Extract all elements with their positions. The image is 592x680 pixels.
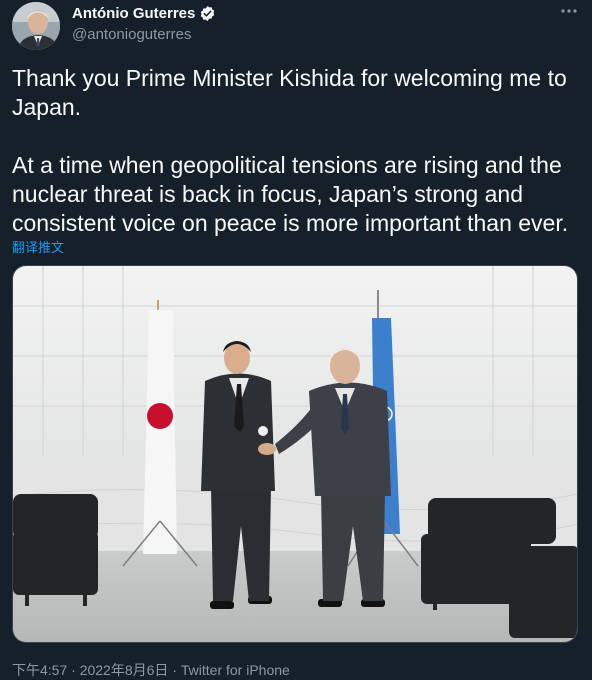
tweet-photo[interactable] [12,265,578,643]
separator: · [71,662,80,678]
tweet-time[interactable]: 下午4:57 [12,662,67,678]
tweet-text: Thank you Prime Minister Kishida for wel… [12,64,582,238]
tweet-meta: 下午4:57 · 2022年8月6日 · Twitter for iPhone [12,660,290,680]
avatar[interactable] [12,2,60,50]
author-name-row[interactable]: António Guterres [72,5,216,22]
author-name[interactable]: António Guterres [72,5,195,22]
separator: · [172,662,181,678]
tweet-source[interactable]: Twitter for iPhone [181,662,290,678]
verified-badge-icon [201,6,215,21]
tweet-paragraph-2: At a time when geopolitical tensions are… [12,152,569,236]
avatar-image [12,2,60,50]
tweet-date[interactable]: 2022年8月6日 [80,662,169,678]
more-options-icon[interactable] [560,2,578,25]
author-handle[interactable]: @antonioguterres [72,26,191,43]
tweet-paragraph-1: Thank you Prime Minister Kishida for wel… [12,65,567,120]
translate-tweet-link[interactable]: 翻译推文 [12,237,64,256]
meeting-photo-illustration [13,266,577,642]
